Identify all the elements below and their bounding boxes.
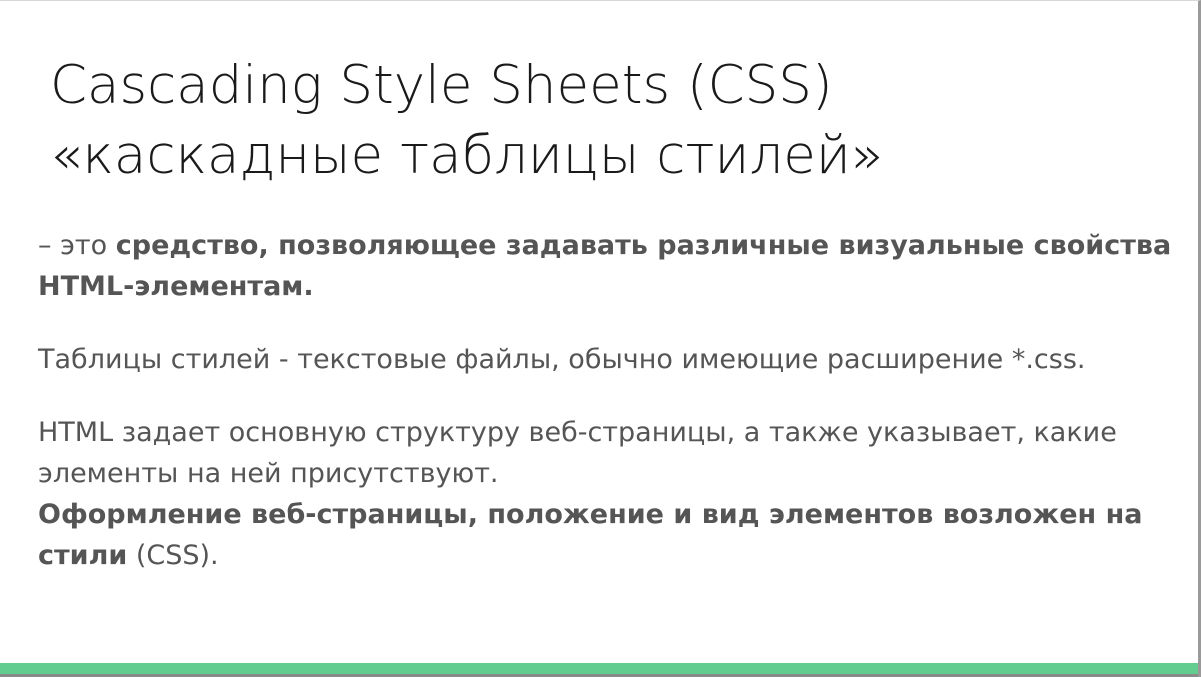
html-structure-paragraph: HTML задает основную структуру веб-стран… <box>38 417 1117 489</box>
definition-prefix: – это <box>38 230 116 261</box>
styling-tail: (CSS). <box>127 540 219 571</box>
definition-bold: средство, позволяющее задавать различные… <box>38 230 1172 302</box>
title-line-english: Cascading Style Sheets (CSS) <box>50 55 833 116</box>
slide-body: – это средство, позволяющее задавать раз… <box>38 225 1178 576</box>
definition-paragraph: – это средство, позволяющее задавать раз… <box>38 225 1178 307</box>
title-line-russian: «каскадные таблицы стилей» <box>50 125 884 186</box>
styling-paragraph: Оформление веб-страницы, положение и вид… <box>38 494 1178 576</box>
file-extension-paragraph: Таблицы стилей - текстовые файлы, обычно… <box>38 344 1086 375</box>
slide-title: Cascading Style Sheets (CSS) «каскадные … <box>50 51 883 191</box>
slide: Cascading Style Sheets (CSS) «каскадные … <box>0 0 1201 677</box>
